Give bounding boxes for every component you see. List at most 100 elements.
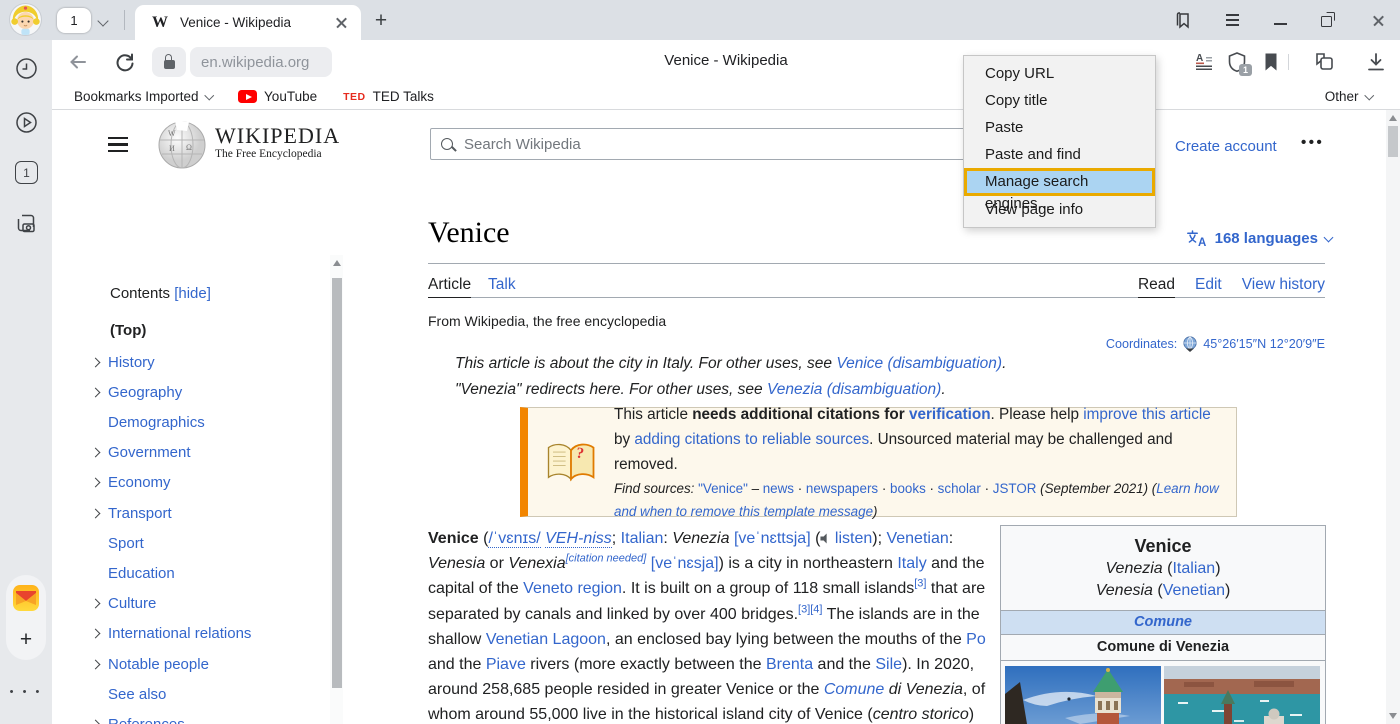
toc-item-top[interactable]: (Top): [110, 322, 146, 339]
menu-item-view-page-info[interactable]: View page info: [964, 196, 1155, 223]
mail-app-icon[interactable]: [13, 585, 39, 611]
link[interactable]: listen: [835, 530, 872, 547]
link[interactable]: scholar: [938, 481, 981, 496]
toc-item-demographics[interactable]: Demographics: [92, 412, 205, 432]
tab-view-history[interactable]: View history: [1242, 276, 1325, 298]
address-bar[interactable]: en.wikipedia.org: [190, 47, 332, 77]
tabs-counter-icon[interactable]: 1: [15, 161, 38, 184]
link[interactable]: Venice (disambiguation): [836, 355, 1002, 372]
scroll-up-icon[interactable]: [1389, 115, 1397, 121]
chevron-right-icon[interactable]: [91, 508, 101, 518]
download-icon[interactable]: [1364, 50, 1388, 74]
link[interactable]: Po: [966, 631, 986, 648]
scrollbar-thumb[interactable]: [332, 278, 342, 688]
link[interactable]: news: [763, 481, 794, 496]
link[interactable]: Venetian: [1163, 582, 1225, 599]
menu-item-paste-and-find[interactable]: Paste and find: [964, 141, 1155, 168]
photo-aerial-view[interactable]: [1164, 666, 1320, 724]
link[interactable]: Venetian: [886, 530, 948, 547]
bookmarks-folder[interactable]: Bookmarks Imported: [74, 89, 212, 104]
create-account-link[interactable]: Create account: [1175, 138, 1277, 155]
toc-item-geography[interactable]: Geography: [92, 382, 182, 402]
link[interactable]: adding citations to reliable sources: [634, 431, 869, 448]
toc-scrollbar[interactable]: [330, 255, 343, 724]
scrollbar-thumb[interactable]: [1388, 126, 1398, 157]
link[interactable]: Comune: [824, 681, 884, 698]
chevron-right-icon[interactable]: [91, 719, 101, 724]
coordinates-value[interactable]: 45°26′15″N 12°20′9″E: [1203, 337, 1325, 351]
chevron-right-icon[interactable]: [91, 478, 101, 488]
scroll-up-icon[interactable]: [333, 260, 341, 266]
menu-item-copy-url[interactable]: Copy URL: [964, 60, 1155, 87]
sidebar-more-icon[interactable]: • • •: [0, 686, 52, 698]
link[interactable]: verification: [909, 406, 991, 423]
toc-item-culture[interactable]: Culture: [92, 594, 156, 614]
link[interactable]: "Venice": [698, 481, 748, 496]
site-security-button[interactable]: [152, 47, 186, 77]
chevron-right-icon[interactable]: [91, 629, 101, 639]
media-play-icon[interactable]: [14, 110, 38, 134]
chevron-down-icon[interactable]: [97, 15, 108, 26]
link[interactable]: Italian: [1172, 560, 1215, 577]
link[interactable]: Italy: [897, 555, 926, 572]
toc-item-notable-people[interactable]: Notable people: [92, 654, 209, 674]
toc-hide-link[interactable]: [hide]: [174, 285, 211, 302]
link[interactable]: [veˈnɛttsja]: [734, 530, 811, 547]
restore-icon[interactable]: [1317, 9, 1339, 31]
collections-icon[interactable]: [1312, 50, 1336, 74]
new-tab-button[interactable]: +: [368, 8, 394, 34]
link[interactable]: [3]: [914, 578, 926, 590]
languages-button[interactable]: A 168 languages: [1186, 230, 1332, 247]
coordinates[interactable]: Coordinates: 45°26′15″N 12°20′9″E: [1106, 336, 1325, 352]
back-icon[interactable]: [66, 50, 90, 79]
profile-avatar[interactable]: [10, 4, 41, 35]
tab-read[interactable]: Read: [1138, 276, 1175, 298]
toc-item-references[interactable]: References: [92, 714, 185, 724]
link[interactable]: JSTOR: [993, 481, 1037, 496]
wikipedia-wordmark[interactable]: WIKIPEDIA The Free Encyclopedia: [215, 124, 340, 161]
close-icon[interactable]: [1367, 9, 1389, 31]
wikipedia-globe-logo[interactable]: W Ω И: [156, 118, 208, 175]
bookmark-youtube[interactable]: YouTube: [238, 89, 317, 104]
toc-item-education[interactable]: Education: [92, 563, 175, 583]
chevron-right-icon[interactable]: [91, 659, 101, 669]
toc-item-economy[interactable]: Economy: [92, 473, 171, 493]
tab-close-icon[interactable]: [336, 17, 347, 28]
link[interactable]: Veneto region: [523, 580, 622, 597]
link[interactable]: Italian: [621, 530, 664, 547]
browser-menu-icon[interactable]: [1221, 9, 1243, 31]
link[interactable]: [veˈnɛsja]: [651, 555, 719, 572]
page-scrollbar[interactable]: [1386, 110, 1400, 724]
toc-item-sport[interactable]: Sport: [92, 533, 144, 553]
menu-item-paste[interactable]: Paste: [964, 114, 1155, 141]
link[interactable]: improve this article: [1083, 406, 1211, 423]
link[interactable]: books: [890, 481, 926, 496]
bookmark-ted-talks[interactable]: TED TED Talks: [343, 89, 434, 104]
menu-item-copy-title[interactable]: Copy title: [964, 87, 1155, 114]
protect-shield-icon[interactable]: 1: [1225, 50, 1249, 74]
screenshot-camera-icon[interactable]: [14, 211, 38, 235]
link[interactable]: Piave: [486, 656, 526, 673]
toc-item-government[interactable]: Government: [92, 443, 191, 463]
minimize-icon[interactable]: [1269, 9, 1291, 31]
tab-edit[interactable]: Edit: [1195, 276, 1222, 298]
bookmark-panel-icon[interactable]: [1172, 9, 1194, 31]
reload-icon[interactable]: [113, 50, 137, 79]
chevron-right-icon[interactable]: [91, 448, 101, 458]
tab-counter[interactable]: 1: [57, 8, 91, 33]
toc-item-history[interactable]: History: [92, 352, 155, 372]
tab-talk[interactable]: Talk: [488, 276, 516, 294]
link[interactable]: /ˈvɛnɪs/: [488, 530, 540, 548]
wiki-menu-icon[interactable]: [108, 137, 128, 152]
link[interactable]: [3][4]: [798, 603, 822, 615]
wiki-more-icon[interactable]: •••: [1301, 134, 1324, 151]
bookmark-icon[interactable]: [1259, 50, 1283, 74]
toc-item-transport[interactable]: Transport: [92, 503, 172, 523]
chevron-right-icon[interactable]: [91, 387, 101, 397]
toc-item-international-relations[interactable]: International relations: [92, 624, 251, 644]
history-clock-icon[interactable]: [14, 56, 38, 80]
reader-mode-icon[interactable]: A: [1192, 50, 1216, 74]
coordinates-label[interactable]: Coordinates:: [1106, 337, 1177, 351]
link[interactable]: Sile: [875, 656, 902, 673]
active-tab[interactable]: W Venice - Wikipedia: [135, 5, 361, 40]
